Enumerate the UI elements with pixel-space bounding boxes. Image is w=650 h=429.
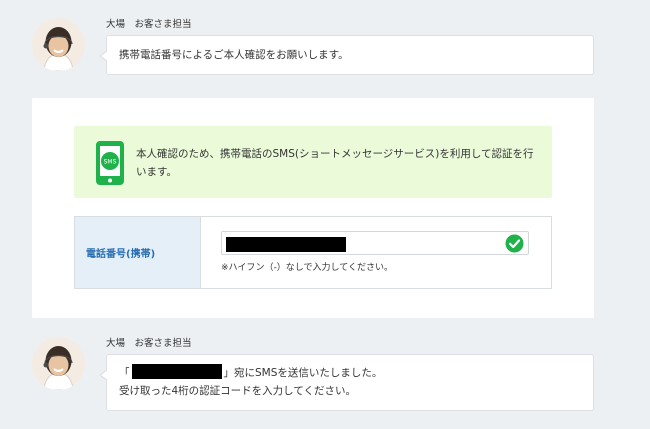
agent-avatar-image [32,337,85,390]
sms-notice-text: 本人確認のため、携帯電話のSMS(ショートメッセージサービス)を利用して認証を行… [136,148,534,178]
message-bubble: 「 」宛にSMSを送信いたしました。 受け取った4桁の認証コードを入力してください… [99,354,594,411]
check-circle-icon [505,234,524,253]
message-line-2: 受け取った4桁の認証コードを入力してください。 [119,385,357,397]
phone-number-field-area: ※ハイフン（-）なしで入力してください。 [201,217,551,288]
phone-number-row: 電話番号(携帯) ※ハイフン（-）なしで入力してください。 [74,216,552,289]
sms-icon-label: SMS [104,159,117,166]
agent-avatar [32,337,85,390]
sms-notice: SMS 本人確認のため、携帯電話のSMS(ショートメッセージサービス)を利用して… [74,126,552,198]
phone-number-hint: ※ハイフン（-）なしで入力してください。 [221,263,393,273]
sms-phone-icon: SMS [96,141,124,185]
chat-page: 大場 お客さま担当 携帯電話番号によるご本人確認をお願いします。 SMS 本人確… [0,0,650,429]
phone-number-input[interactable] [221,231,529,255]
agent-name: 大場 お客さま担当 [106,19,192,30]
phone-number-label: 電話番号(携帯) [75,217,201,288]
verification-card: SMS 本人確認のため、携帯電話のSMS(ショートメッセージサービス)を利用して… [32,98,594,318]
agent-avatar-image [32,18,85,71]
message-line-1: 「 」宛にSMSを送信いたしました。 [119,364,581,382]
redacted-phone-value [226,237,346,252]
message-text: 携帯電話番号によるご本人確認をお願いします。 [119,49,349,61]
quote-open: 「 [119,367,130,379]
message-bubble: 携帯電話番号によるご本人確認をお願いします。 [99,35,594,75]
sms-sent-text: 」宛にSMSを送信いたしました。 [223,367,383,379]
agent-name: 大場 お客さま担当 [106,338,192,349]
agent-avatar [32,18,85,71]
redacted-phone-number [131,364,222,379]
